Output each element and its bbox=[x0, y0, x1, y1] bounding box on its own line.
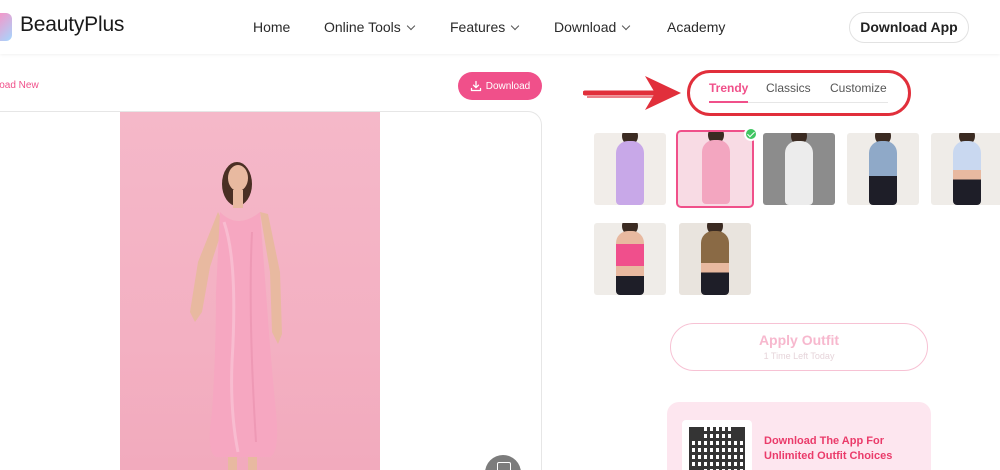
chevron-down-icon bbox=[511, 21, 520, 31]
nav-home[interactable]: Home bbox=[253, 19, 290, 35]
chevron-down-icon bbox=[406, 21, 416, 31]
apply-outfit-button[interactable]: Apply Outfit 1 Time Left Today bbox=[670, 323, 928, 371]
nav-features-label: Features bbox=[450, 19, 506, 35]
tab-classics[interactable]: Classics bbox=[766, 81, 811, 95]
outfit-swatch bbox=[702, 140, 730, 204]
nav-download-label: Download bbox=[554, 19, 617, 35]
selected-check-icon bbox=[744, 127, 758, 141]
download-button-label: Download bbox=[485, 80, 531, 92]
download-button[interactable]: Download bbox=[458, 72, 542, 100]
nav-home-label: Home bbox=[253, 19, 291, 35]
outfit-thumb-leopard-halter-top[interactable] bbox=[679, 223, 751, 295]
download-icon bbox=[470, 80, 481, 92]
outfit-swatch bbox=[701, 231, 729, 295]
apply-outfit-remaining: 1 Time Left Today bbox=[763, 351, 835, 361]
nav-online-tools[interactable]: Online Tools bbox=[324, 19, 416, 35]
outfit-swatch bbox=[953, 141, 981, 205]
tab-customize[interactable]: Customize bbox=[830, 81, 887, 95]
tab-trendy[interactable]: Trendy bbox=[709, 81, 748, 95]
promo-text[interactable]: Download The App For Unlimited Outfit Ch… bbox=[764, 434, 914, 464]
nav-academy-label: Academy bbox=[667, 19, 726, 35]
nav-academy[interactable]: Academy bbox=[667, 19, 725, 35]
qr-code-icon bbox=[682, 420, 752, 470]
download-app-button[interactable]: Download App bbox=[849, 12, 969, 43]
apply-outfit-label: Apply Outfit bbox=[758, 332, 840, 348]
tab-divider bbox=[748, 102, 888, 103]
tab-active-indicator bbox=[709, 101, 748, 103]
outfit-thumb-pink-satin-dress[interactable] bbox=[676, 130, 754, 208]
outfit-thumb-white-lace-top[interactable] bbox=[763, 133, 835, 205]
model-photo bbox=[120, 112, 380, 470]
model-illustration bbox=[190, 162, 282, 470]
top-header: BeautyPlus Home Online Tools Features Do… bbox=[0, 0, 1000, 54]
nav-online-tools-label: Online Tools bbox=[324, 19, 401, 35]
annotation-arrow-icon bbox=[583, 76, 681, 110]
preview-canvas bbox=[0, 111, 542, 470]
outfit-thumb-pink-heart-top[interactable] bbox=[594, 223, 666, 295]
outfit-swatch bbox=[616, 141, 644, 205]
nav-download[interactable]: Download bbox=[554, 19, 631, 35]
outfit-swatch bbox=[785, 141, 813, 205]
upload-new-link[interactable]: load New bbox=[0, 80, 39, 91]
nav-features[interactable]: Features bbox=[450, 19, 520, 35]
outfit-thumb-denim-corset-top[interactable] bbox=[847, 133, 919, 205]
outfit-swatch bbox=[869, 141, 897, 205]
outfit-thumb-tie-dye-halter-top[interactable] bbox=[931, 133, 1000, 205]
outfit-swatch bbox=[616, 231, 644, 295]
chevron-down-icon bbox=[622, 21, 631, 31]
outfit-thumb-lavender-slip-dress[interactable] bbox=[594, 133, 666, 205]
